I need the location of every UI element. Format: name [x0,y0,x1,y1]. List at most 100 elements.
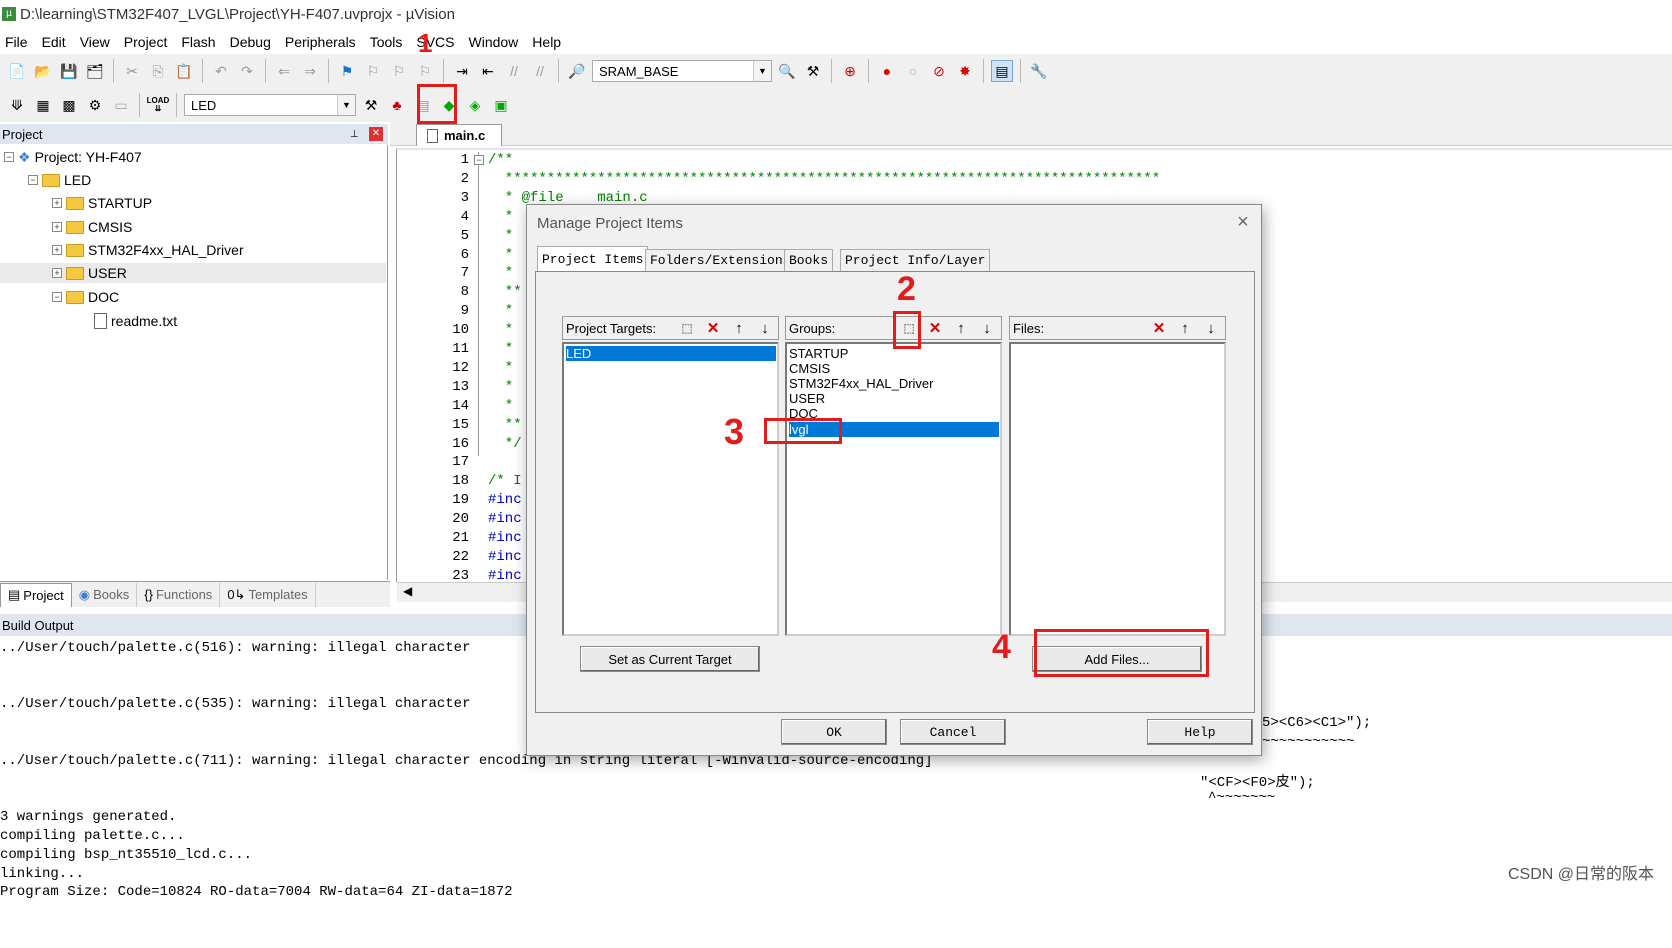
tree-group-cmsis[interactable]: + CMSIS [52,217,132,237]
save-all-icon[interactable]: 🗂 [84,60,106,82]
pin-icon[interactable]: ⊥ [350,129,359,140]
close-icon[interactable]: ✕ [369,127,383,141]
menu-view[interactable]: View [75,34,119,50]
tree-group-startup[interactable]: + STARTUP [52,193,152,213]
collapse-icon[interactable]: − [28,175,38,185]
disable-breakpoint-icon[interactable]: ○ [902,60,924,82]
breakpoint-icon[interactable]: ● [876,60,898,82]
expand-icon[interactable]: + [52,245,62,255]
tab-templates[interactable]: 0↳ Templates [220,582,316,607]
move-down-icon[interactable]: ↓ [976,317,998,339]
list-item-target-led[interactable]: LED [566,346,776,361]
expand-icon[interactable]: + [52,268,62,278]
collapse-icon[interactable]: − [4,152,14,162]
groups-list[interactable]: STARTUP CMSIS STM32F4xx_HAL_Driver USER … [785,342,1002,636]
target-select[interactable]: LED ▼ [184,94,356,116]
manage-project-items-icon[interactable]: ♣ [386,94,408,116]
download-load-icon[interactable]: LOAD ⇊ [147,94,170,116]
prev-bookmark-icon[interactable]: ⚐ [362,60,384,82]
configure-icon[interactable]: 🔧 [1028,60,1050,82]
move-up-icon[interactable]: ↑ [1174,317,1196,339]
tab-books[interactable]: Books [784,249,834,271]
menu-edit[interactable]: Edit [37,34,75,50]
scroll-left-icon[interactable]: ◀ [403,584,412,598]
next-bookmark-icon[interactable]: ⚐ [388,60,410,82]
tab-functions[interactable]: {} Functions [137,582,221,607]
list-item-group[interactable]: STARTUP [789,346,848,361]
tree-group-doc[interactable]: − DOC [52,287,119,307]
ok-button[interactable]: OK [781,719,887,745]
menu-window[interactable]: Window [464,34,528,50]
batch-build-icon[interactable]: ⚙ [84,94,106,116]
copy-icon[interactable]: ⎘ [147,60,169,82]
move-up-icon[interactable]: ↑ [728,317,750,339]
tree-project-root[interactable]: − ❖ Project: YH-F407 [4,147,142,167]
cancel-button[interactable]: Cancel [900,719,1006,745]
menu-tools[interactable]: Tools [365,34,412,50]
expand-icon[interactable]: + [52,222,62,232]
find-icon[interactable]: 🔍 [776,60,798,82]
new-file-icon[interactable]: 📄 [6,60,28,82]
stop-build-icon[interactable]: ▭ [110,94,132,116]
move-up-icon[interactable]: ↑ [950,317,972,339]
incremental-find-icon[interactable]: ⚒ [802,60,824,82]
find-in-files-icon[interactable]: 🔎 [566,60,588,82]
files-list[interactable] [1009,342,1226,636]
open-file-icon[interactable]: 📂 [32,60,54,82]
tab-folders-extensions[interactable]: Folders/Extensions [645,249,796,271]
navigate-forward-icon[interactable]: ⇒ [299,60,321,82]
menu-flash[interactable]: Flash [176,34,224,50]
tree-target-led[interactable]: − LED [28,170,91,190]
tab-project-info-layer[interactable]: Project Info/Layer [840,249,991,271]
menu-help[interactable]: Help [527,34,570,50]
dialog-close-icon[interactable]: × [1231,211,1255,234]
chevron-down-icon[interactable]: ▼ [753,61,771,81]
menu-file[interactable]: File [0,34,37,50]
bookmark-icon[interactable]: ⚑ [336,60,358,82]
uncomment-icon[interactable]: // [529,60,551,82]
menu-peripherals[interactable]: Peripherals [280,34,365,50]
indent-icon[interactable]: ⇥ [451,60,473,82]
unindent-icon[interactable]: ⇤ [477,60,499,82]
navigate-back-icon[interactable]: ⇐ [273,60,295,82]
menu-project[interactable]: Project [119,34,177,50]
delete-file-icon[interactable]: ✕ [1148,317,1170,339]
targets-list[interactable]: LED [562,342,779,636]
tab-main-c[interactable]: main.c [416,124,502,146]
tree-file-readme[interactable]: readme.txt [94,311,177,331]
delete-group-icon[interactable]: ✕ [924,317,946,339]
set-as-current-target-button[interactable]: Set as Current Target [580,646,760,672]
tree-group-user[interactable]: + USER [0,263,386,283]
clear-bookmarks-icon[interactable]: ⚐ [414,60,436,82]
window-layout-icon[interactable]: ▤ [991,60,1013,82]
build-icon[interactable]: ▦ [32,94,54,116]
delete-target-icon[interactable]: ✕ [702,317,724,339]
pack-installer-icon[interactable]: ◈ [464,94,486,116]
new-target-icon[interactable]: ⬚ [676,317,698,339]
find-combo[interactable]: SRAM_BASE ▼ [592,60,772,82]
redo-icon[interactable]: ↷ [236,60,258,82]
help-button[interactable]: Help [1147,719,1253,745]
tab-project-items[interactable]: Project Items [537,246,649,271]
chevron-down-icon[interactable]: ▼ [337,95,355,115]
save-icon[interactable]: 💾 [58,60,80,82]
debug-session-icon[interactable]: ⊕ [839,60,861,82]
disable-all-breakpoints-icon[interactable]: ⊘ [928,60,950,82]
undo-icon[interactable]: ↶ [210,60,232,82]
menu-debug[interactable]: Debug [225,34,280,50]
kill-breakpoints-icon[interactable]: ✸ [954,60,976,82]
tab-project[interactable]: ▤ Project [0,582,72,607]
expand-icon[interactable]: + [52,198,62,208]
tree-group-hal-driver[interactable]: + STM32F4xx_HAL_Driver [52,240,244,260]
move-down-icon[interactable]: ↓ [1200,317,1222,339]
software-components-icon[interactable]: ▣ [490,94,512,116]
collapse-icon[interactable]: − [52,292,62,302]
options-for-target-icon[interactable]: ⚒ [360,94,382,116]
paste-icon[interactable]: 📋 [173,60,195,82]
rebuild-icon[interactable]: ▩ [58,94,80,116]
tab-books[interactable]: ◉ Books [72,582,138,607]
translate-icon[interactable]: ⟱ [6,94,28,116]
fold-collapse-icon[interactable]: − [474,155,484,165]
list-item-group[interactable]: CMSIS [789,361,830,376]
list-item-group[interactable]: STM32F4xx_HAL_Driver [789,376,934,391]
